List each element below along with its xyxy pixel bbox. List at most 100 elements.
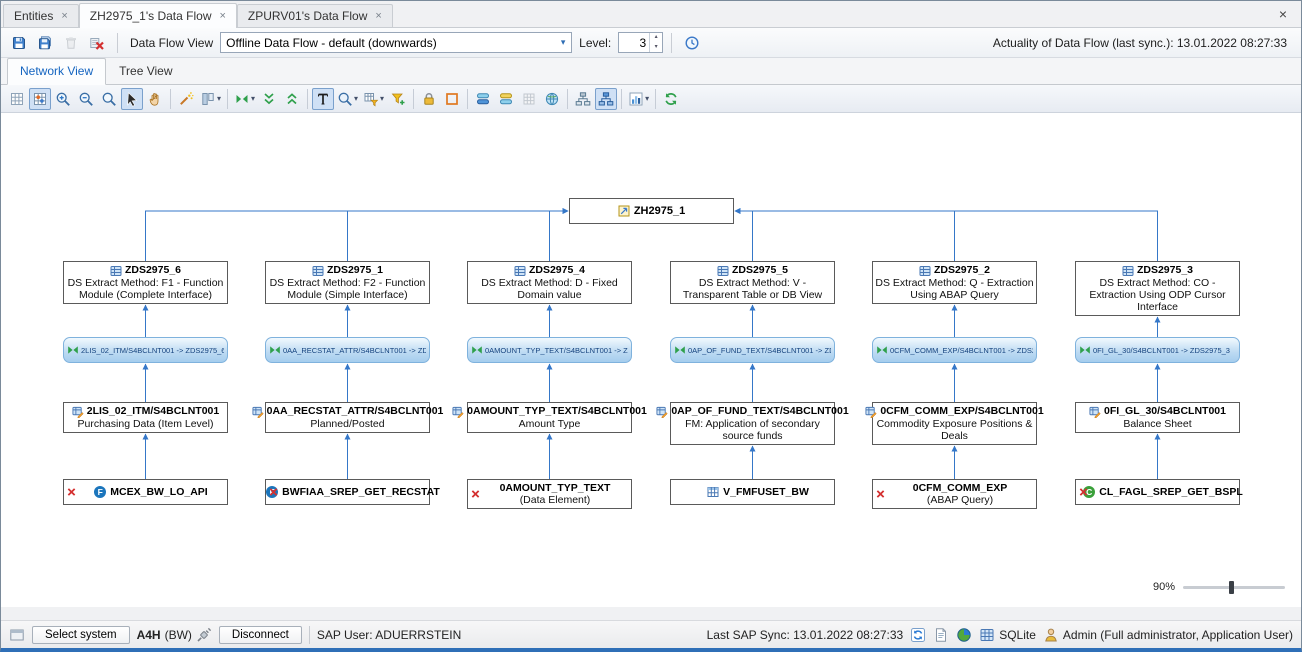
- zoom-slider[interactable]: [1183, 586, 1285, 589]
- source-datasource-node[interactable]: 2LIS_02_ITM/S4BCLNT001 Purchasing Data (…: [63, 402, 228, 433]
- toolbar-separator: [117, 33, 118, 53]
- transformation-node[interactable]: 0AMOUNT_TYP_TEXT/S4BCLNT001 -> ZDS2975_4: [467, 337, 632, 363]
- origin-node[interactable]: F MCEX_BW_LO_API: [63, 479, 228, 505]
- layout-button[interactable]: ▾: [198, 88, 223, 110]
- tab-tree-view[interactable]: Tree View: [106, 58, 185, 85]
- source-datasource-node[interactable]: 0CFM_COMM_EXP/S4BCLNT001 Commodity Expos…: [872, 402, 1037, 445]
- zoom-out-button[interactable]: [75, 88, 97, 110]
- transformation-icon: [67, 344, 79, 356]
- transformation-node[interactable]: 0AA_RECSTAT_ATTR/S4BCLNT001 -> ZDS2975_1: [265, 337, 430, 363]
- source-datasource-node[interactable]: 0AMOUNT_TYP_TEXT/S4BCLNT001 Amount Type: [467, 402, 632, 433]
- document-tab[interactable]: ZH2975_1's Data Flow×: [79, 3, 237, 28]
- chevron-down-icon: ▾: [251, 94, 255, 103]
- root-flow-node[interactable]: ZH2975_1: [569, 198, 734, 224]
- datasource-desc: DS Extract Method: D - Fixed Domain valu…: [470, 277, 629, 301]
- chevron-down-icon[interactable]: ▾: [555, 37, 571, 48]
- tab-close-icon[interactable]: ×: [61, 11, 67, 22]
- globe-button[interactable]: [541, 88, 563, 110]
- infosource-icon: [618, 205, 630, 217]
- filter-add-button[interactable]: [387, 88, 409, 110]
- select-system-button[interactable]: Select system: [32, 626, 130, 644]
- grid-small-button[interactable]: [518, 88, 540, 110]
- origin-node[interactable]: F BWFIAA_SREP_GET_RECSTAT: [265, 479, 430, 505]
- close-icon[interactable]: ×: [1267, 6, 1299, 22]
- web-icon[interactable]: [956, 627, 972, 643]
- user-info[interactable]: Admin (Full administrator, Application U…: [1043, 627, 1293, 643]
- tab-network-view[interactable]: Network View: [7, 58, 106, 85]
- document-tab[interactable]: ZPURV01's Data Flow×: [237, 4, 393, 27]
- status-bar: Select system A4H (BW) Disconnect SAP Us…: [1, 621, 1301, 648]
- datasource-desc: DS Extract Method: F2 - Function Module …: [268, 277, 427, 301]
- datasource-desc: DS Extract Method: V - Transparent Table…: [673, 277, 832, 301]
- source-datasource-desc: Amount Type: [470, 418, 629, 430]
- disconnect-button[interactable]: Disconnect: [219, 626, 302, 644]
- datasource-node[interactable]: ZDS2975_1 DS Extract Method: F2 - Functi…: [265, 261, 430, 304]
- source-datasource-node[interactable]: 0FI_GL_30/S4BCLNT001 Balance Sheet: [1075, 402, 1240, 433]
- transformation-node[interactable]: 0FI_GL_30/S4BCLNT001 -> ZDS2975_3: [1075, 337, 1240, 363]
- lock-button[interactable]: [418, 88, 440, 110]
- datasource-node[interactable]: ZDS2975_3 DS Extract Method: CO - Extrac…: [1075, 261, 1240, 316]
- frame-button[interactable]: [441, 88, 463, 110]
- zoom-in-icon: [55, 91, 71, 107]
- datasource-node[interactable]: ZDS2975_2 DS Extract Method: Q - Extract…: [872, 261, 1037, 304]
- text-tool-button[interactable]: [312, 88, 334, 110]
- datasource-node[interactable]: ZDS2975_4 DS Extract Method: D - Fixed D…: [467, 261, 632, 304]
- magic-wand-button[interactable]: [175, 88, 197, 110]
- tab-close-icon[interactable]: ×: [219, 11, 225, 22]
- save-all-button[interactable]: [33, 31, 57, 55]
- table-filter-button[interactable]: ▾: [361, 88, 386, 110]
- datasource-node[interactable]: ZDS2975_5 DS Extract Method: V - Transpa…: [670, 261, 835, 304]
- data-flow-view-select[interactable]: Offline Data Flow - default (downwards) …: [220, 32, 572, 53]
- save-button[interactable]: [7, 31, 31, 55]
- spin-down-icon[interactable]: ▾: [650, 43, 662, 53]
- origin-node[interactable]: C CL_FAGL_SREP_GET_BSPL: [1075, 479, 1240, 505]
- datasource-desc: DS Extract Method: Q - Extraction Using …: [875, 277, 1034, 301]
- report-icon[interactable]: [933, 627, 949, 643]
- source-datasource-node[interactable]: 0AP_OF_FUND_TEXT/S4BCLNT001 FM: Applicat…: [670, 402, 835, 445]
- snap-grid-button[interactable]: [29, 88, 51, 110]
- zoom-button[interactable]: [98, 88, 120, 110]
- zoom-in-button[interactable]: [52, 88, 74, 110]
- database-info: SQLite: [979, 627, 1036, 643]
- grid-button[interactable]: [6, 88, 28, 110]
- refresh-button[interactable]: [660, 88, 682, 110]
- chart-button[interactable]: ▾: [626, 88, 651, 110]
- search-button[interactable]: ▾: [335, 88, 360, 110]
- hierarchy-active-button[interactable]: [595, 88, 617, 110]
- network-diagram-canvas[interactable]: ZH2975_1 ZDS2975_6 DS Extract Method: F1…: [1, 113, 1301, 607]
- layers-alt-button[interactable]: [495, 88, 517, 110]
- document-tab[interactable]: Entities×: [3, 4, 79, 27]
- collapse-all-button[interactable]: [258, 88, 280, 110]
- transformation-node[interactable]: 0AP_OF_FUND_TEXT/S4BCLNT001 -> ZDS2975_5: [670, 337, 835, 363]
- layers-button[interactable]: [472, 88, 494, 110]
- spin-up-icon[interactable]: ▴: [650, 33, 662, 43]
- document-tab-bar: Entities×ZH2975_1's Data Flow×ZPURV01's …: [1, 1, 1301, 28]
- origin-text: MCEX_BW_LO_API: [110, 486, 207, 498]
- datasource-edit-icon: [656, 406, 668, 418]
- source-datasource-node[interactable]: 0AA_RECSTAT_ATTR/S4BCLNT001 Planned/Post…: [265, 402, 430, 433]
- pan-button[interactable]: [144, 88, 166, 110]
- transformation-node[interactable]: 2LIS_02_ITM/S4BCLNT001 -> ZDS2975_6: [63, 337, 228, 363]
- datasource-node[interactable]: ZDS2975_6 DS Extract Method: F1 - Functi…: [63, 261, 228, 304]
- expand-all-button[interactable]: [281, 88, 303, 110]
- expand-collapse-button[interactable]: ▾: [232, 88, 257, 110]
- level-spinner[interactable]: 3 ▴ ▾: [618, 32, 663, 53]
- panel-icon[interactable]: [9, 627, 25, 643]
- tab-close-icon[interactable]: ×: [375, 11, 381, 22]
- horizontal-scrollbar[interactable]: [1, 607, 1301, 621]
- hierarchy-icon: [575, 91, 591, 107]
- zoom-slider-handle[interactable]: [1229, 581, 1234, 594]
- origin-node[interactable]: V_FMFUSET_BW: [670, 479, 835, 505]
- pointer-button[interactable]: [121, 88, 143, 110]
- hierarchy-button[interactable]: [572, 88, 594, 110]
- schedule-button[interactable]: [680, 31, 704, 55]
- source-datasource-name: 0AP_OF_FUND_TEXT/S4BCLNT001: [671, 405, 848, 418]
- delete-red-button[interactable]: [85, 31, 109, 55]
- origin-node[interactable]: 0CFM_COMM_EXP (ABAP Query): [872, 479, 1037, 509]
- datasource-node-title: ZDS2975_3: [1078, 264, 1237, 277]
- chart-icon: [628, 91, 644, 107]
- sap-sync-icon[interactable]: [910, 627, 926, 643]
- origin-node[interactable]: 0AMOUNT_TYP_TEXT (Data Element): [467, 479, 632, 509]
- hierarchy-active-icon: [598, 91, 614, 107]
- transformation-node[interactable]: 0CFM_COMM_EXP/S4BCLNT001 -> ZDS2975_2: [872, 337, 1037, 363]
